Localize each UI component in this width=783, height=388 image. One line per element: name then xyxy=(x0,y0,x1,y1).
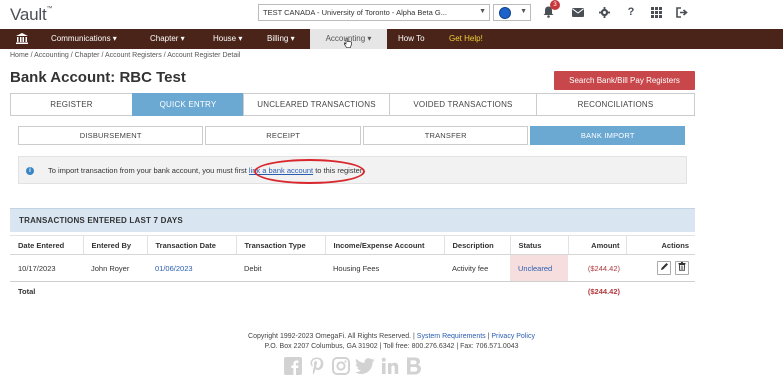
cell-actions xyxy=(626,254,695,282)
avatar xyxy=(499,7,511,19)
linkedin-icon[interactable] xyxy=(380,356,399,376)
nav-how-to[interactable]: How To xyxy=(398,29,425,49)
sign-out-icon[interactable] xyxy=(675,5,689,19)
column-header[interactable]: Transaction Date xyxy=(146,235,236,255)
cell-account: Housing Fees xyxy=(325,254,444,282)
cell-amount: ($244.42) xyxy=(568,254,626,282)
copyright-text: Copyright 1992-2023 OmegaFi. All Rights … xyxy=(248,333,417,340)
main-nav: Communications ▾ Chapter ▾ House ▾ Billi… xyxy=(0,29,783,49)
table-header-row: Date Entered Entered By Transaction Date… xyxy=(10,235,695,255)
organization-select[interactable]: TEST CANADA - University of Toronto - Al… xyxy=(258,4,490,21)
cell-transaction-date-link[interactable]: 01/06/2023 xyxy=(147,254,236,282)
apps-grid-icon[interactable] xyxy=(649,5,663,19)
privacy-policy-link[interactable]: Privacy Policy xyxy=(491,333,535,340)
social-links xyxy=(283,356,423,378)
cell-description: Activity fee xyxy=(444,254,510,282)
envelope-icon[interactable] xyxy=(571,5,585,19)
tab-voided-transactions[interactable]: VOIDED TRANSACTIONS xyxy=(389,93,537,116)
top-bar: Vault™ TEST CANADA - University of Toron… xyxy=(0,0,783,29)
chevron-down-icon: ▼ xyxy=(479,8,486,15)
chevron-down-icon: ▼ xyxy=(520,8,527,15)
subtab-bank-import[interactable]: BANK IMPORT xyxy=(530,126,685,145)
mouse-cursor-icon xyxy=(343,37,352,48)
nav-communications[interactable]: Communications ▾ xyxy=(51,29,117,49)
help-question-icon[interactable]: ? xyxy=(624,5,638,19)
gear-icon[interactable] xyxy=(597,5,611,19)
footer-copyright: Copyright 1992-2023 OmegaFi. All Rights … xyxy=(0,333,783,340)
edit-pencil-icon[interactable] xyxy=(657,261,671,275)
table-total-row: Total ($244.42) xyxy=(10,282,695,301)
column-header[interactable]: Income/Expense Account xyxy=(324,235,444,255)
column-header[interactable]: Entered By xyxy=(82,235,147,255)
cell-entered-by: John Royer xyxy=(83,254,147,282)
instagram-icon[interactable] xyxy=(331,356,350,376)
transactions-table: Date Entered Entered By Transaction Date… xyxy=(10,235,695,301)
tab-reconciliations[interactable]: RECONCILIATIONS xyxy=(536,93,695,116)
total-amount: ($244.42) xyxy=(587,286,620,296)
column-header: Actions xyxy=(625,235,695,255)
twitter-icon[interactable] xyxy=(355,356,375,376)
user-menu[interactable]: ▼ xyxy=(493,4,531,21)
search-registers-button[interactable]: Search Bank/Bill Pay Registers xyxy=(554,71,695,90)
bank-home-icon[interactable] xyxy=(10,29,34,49)
cell-date-entered: 10/17/2023 xyxy=(10,254,83,282)
blog-b-icon[interactable] xyxy=(404,356,423,376)
nav-get-help[interactable]: Get Help! xyxy=(449,29,483,49)
facebook-icon[interactable] xyxy=(283,356,302,376)
column-header[interactable]: Transaction Type xyxy=(235,235,325,255)
page-title: Bank Account: RBC Test xyxy=(10,69,186,86)
subtab-disbursement[interactable]: DISBURSEMENT xyxy=(18,126,204,145)
nav-house[interactable]: House ▾ xyxy=(213,29,242,49)
column-header[interactable]: Status xyxy=(509,235,568,255)
column-header[interactable]: Amount xyxy=(567,235,626,255)
tab-register[interactable]: REGISTER xyxy=(10,93,133,116)
notification-count-badge: 3 xyxy=(550,0,560,10)
subtab-receipt[interactable]: RECEIPT xyxy=(205,126,361,145)
cell-transaction-type: Debit xyxy=(236,254,325,282)
entry-type-tabs: DISBURSEMENT RECEIPT TRANSFER BANK IMPOR… xyxy=(18,126,687,145)
cell-status[interactable]: Uncleared xyxy=(510,254,568,282)
subtab-transfer[interactable]: TRANSFER xyxy=(362,126,529,145)
nav-chapter[interactable]: Chapter ▾ xyxy=(150,29,185,49)
transactions-heading: TRANSACTIONS ENTERED LAST 7 DAYS xyxy=(10,208,695,232)
organization-select-value: TEST CANADA - University of Toronto - Al… xyxy=(263,8,447,17)
nav-billing[interactable]: Billing ▾ xyxy=(267,29,295,49)
vault-logo[interactable]: Vault™ xyxy=(10,5,53,25)
tab-uncleared-transactions[interactable]: UNCLEARED TRANSACTIONS xyxy=(243,93,390,116)
info-icon: i xyxy=(26,167,34,175)
column-header[interactable]: Date Entered xyxy=(10,235,83,255)
register-tabs: REGISTER QUICK ENTRY UNCLEARED TRANSACTI… xyxy=(10,93,695,116)
column-header[interactable]: Description xyxy=(443,235,510,255)
info-text-before: To import transaction from your bank acc… xyxy=(48,166,249,175)
delete-trash-icon[interactable] xyxy=(675,261,689,275)
highlight-annotation xyxy=(254,159,365,184)
total-label: Total xyxy=(18,286,36,296)
tab-quick-entry[interactable]: QUICK ENTRY xyxy=(132,93,244,116)
breadcrumb[interactable]: Home / Accounting / Chapter / Account Re… xyxy=(10,52,240,59)
pinterest-icon[interactable] xyxy=(307,356,326,376)
table-row: 10/17/2023 John Royer 01/06/2023 Debit H… xyxy=(10,254,695,282)
system-requirements-link[interactable]: System Requirements xyxy=(417,333,486,340)
footer-address: P.O. Box 2207 Columbus, GA 31902 | Toll … xyxy=(264,343,519,350)
